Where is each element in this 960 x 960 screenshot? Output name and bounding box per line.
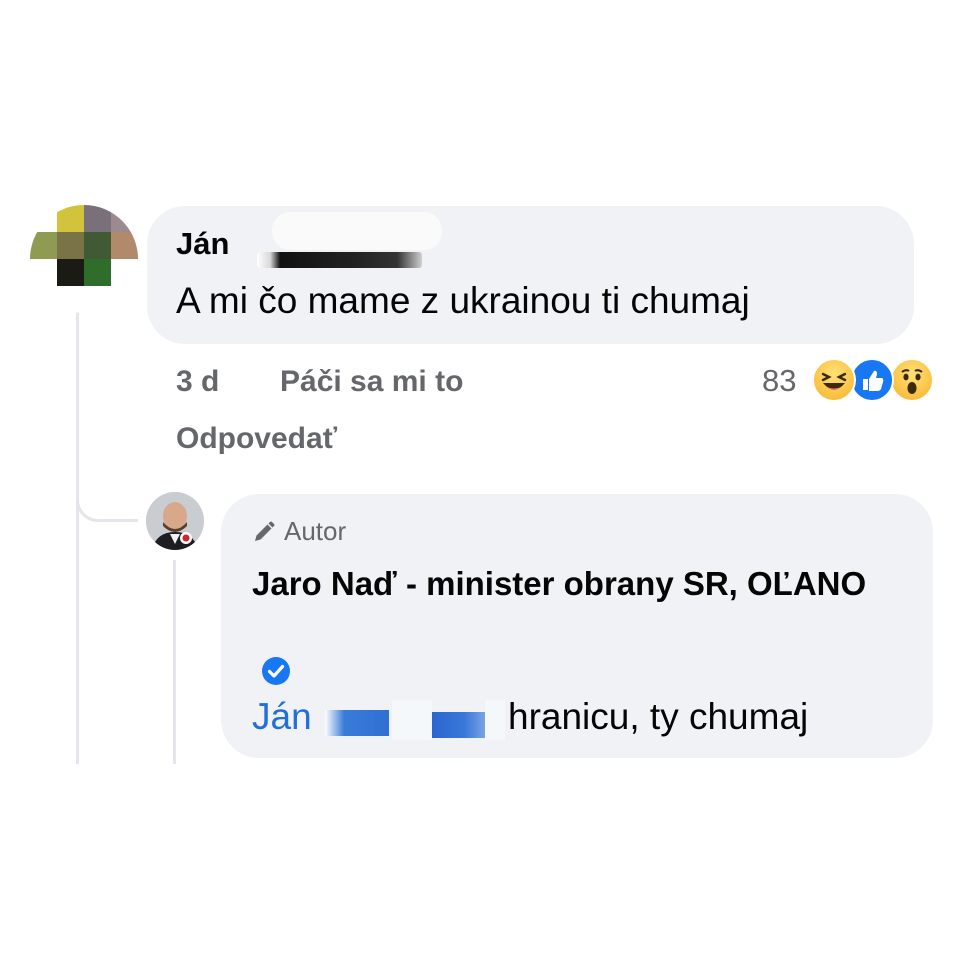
redaction-bar [432,712,492,738]
author-badge-label: Autor [284,516,347,546]
reaction-count[interactable]: 83 [762,363,796,399]
redaction-bar [325,710,389,736]
author-avatar[interactable] [146,492,204,550]
redaction-mark [485,700,505,740]
commenter-avatar[interactable] [30,205,138,313]
like-button[interactable]: Páči sa mi to [280,365,463,399]
reaction-icons[interactable] [812,358,936,402]
reply-author-name[interactable]: Jaro Naď - minister obrany SR, OĽANO [252,558,892,609]
mention-link[interactable]: Ján [252,696,312,738]
reply-button[interactable]: Odpovedať [176,422,337,456]
verified-badge-icon [261,656,291,686]
thread-line-elbow [76,470,138,522]
haha-icon [812,358,856,402]
redaction-mark [392,700,432,740]
wow-icon [890,358,934,402]
reply-text: hranicu, ty chumaj [508,696,809,737]
comment-bubble [147,206,914,344]
comment-text: A mi čo mame z ukrainou ti chumaj [176,280,750,321]
comment-timestamp[interactable]: 3 d [176,365,219,399]
thread-line [76,310,79,764]
author-badge: Autor [252,516,346,547]
like-icon [850,358,894,402]
reply-thread-line [173,560,176,764]
pencil-icon [255,521,275,541]
redaction-mark [272,212,442,250]
commenter-name[interactable]: Ján [176,226,229,262]
redaction-bar [257,252,422,268]
